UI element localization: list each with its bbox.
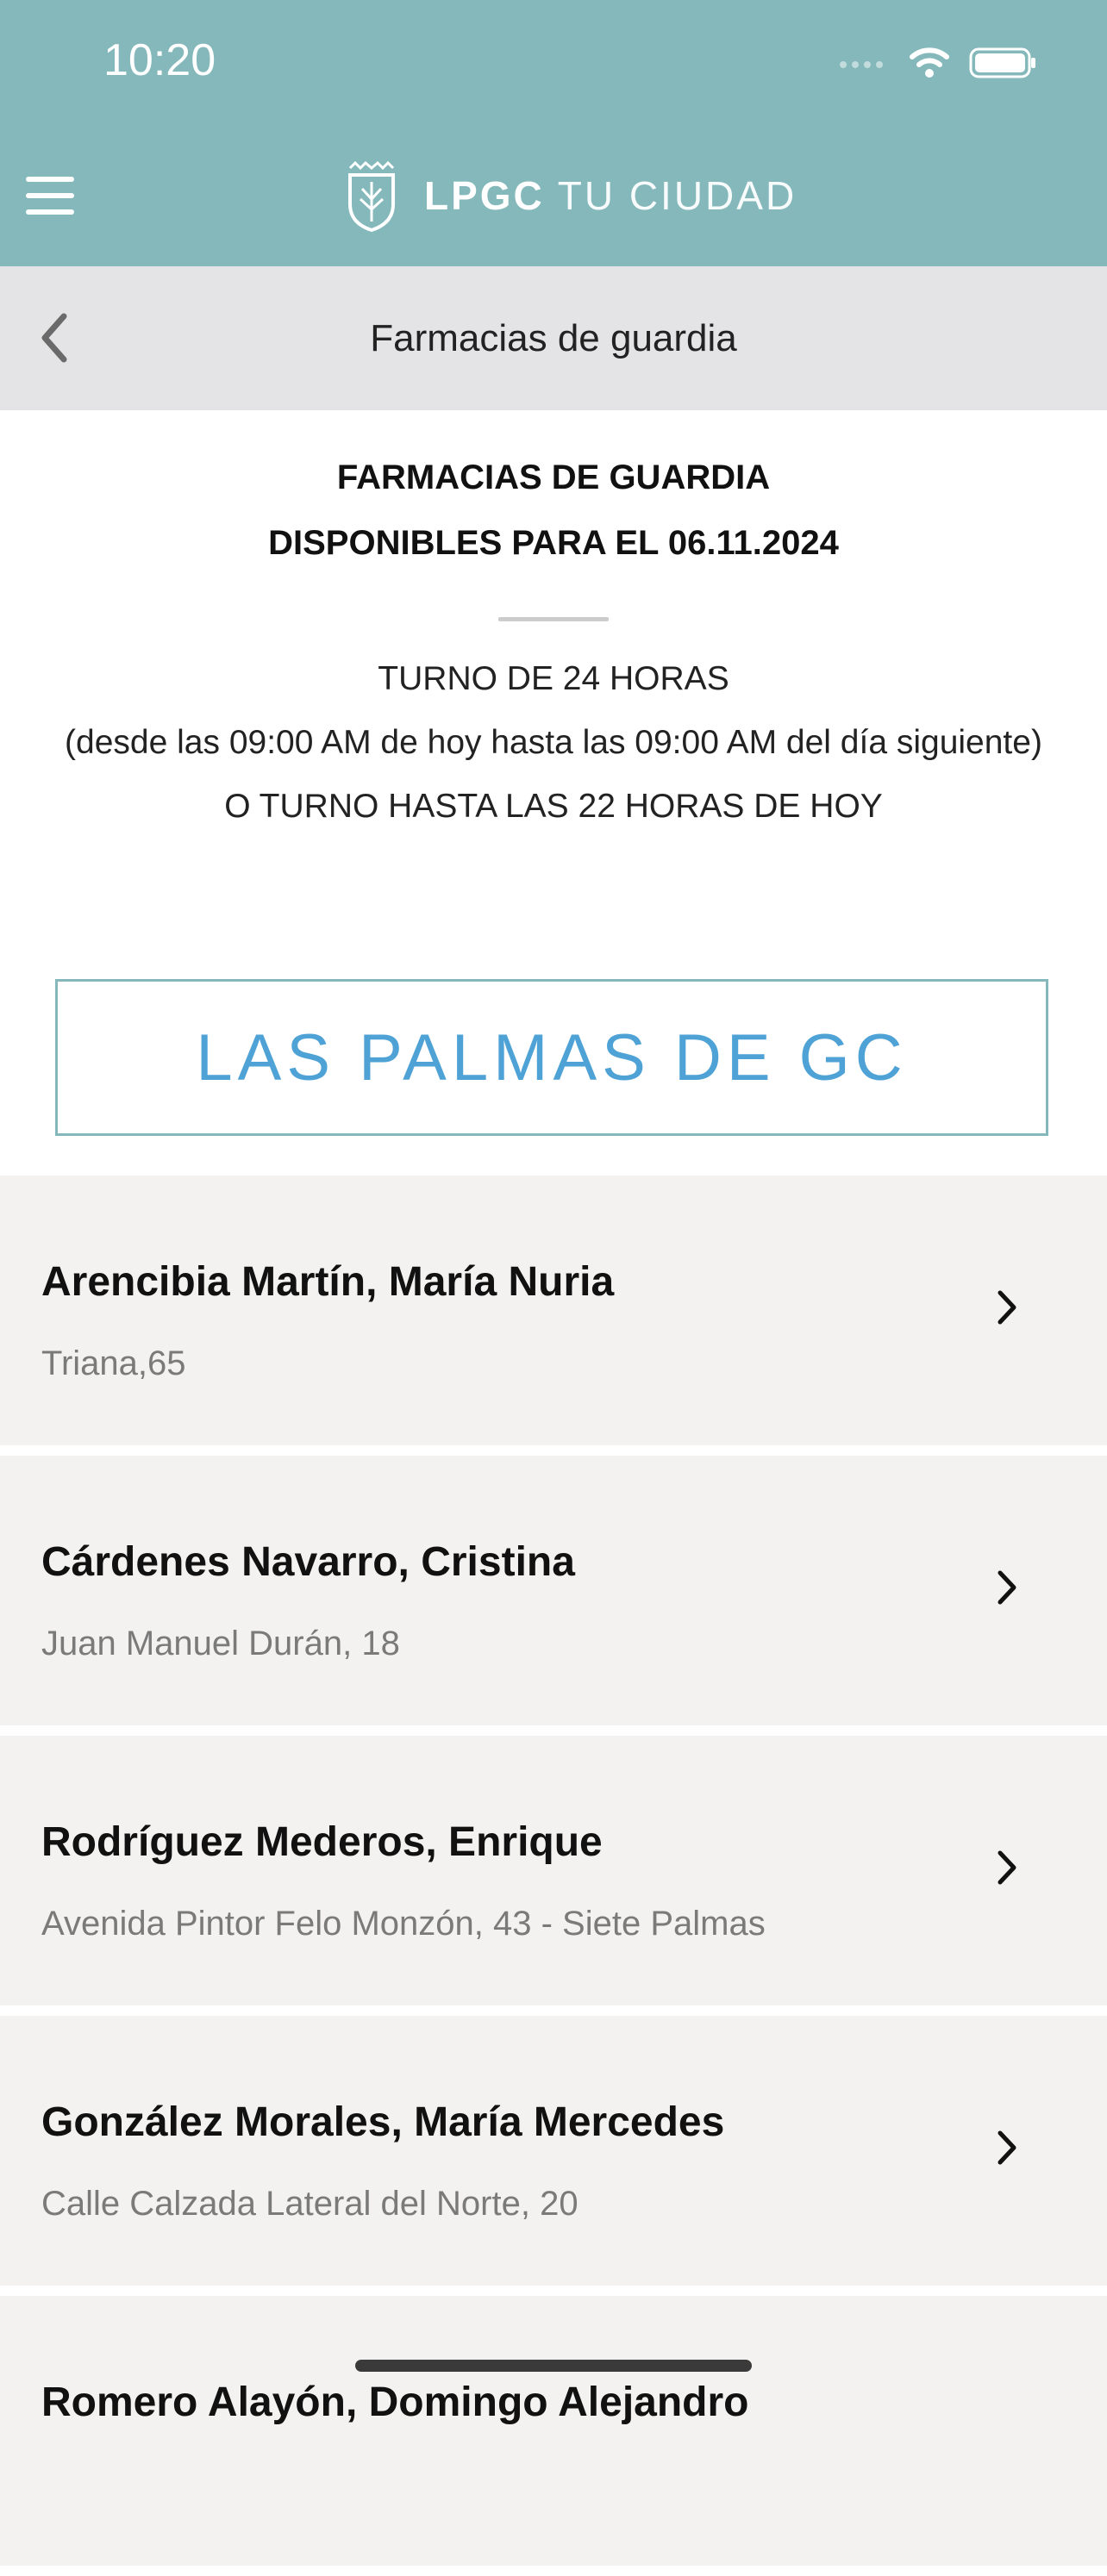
chevron-right-icon bbox=[998, 2130, 1016, 2165]
subheader: Farmacias de guardia bbox=[0, 266, 1107, 410]
status-icons bbox=[838, 41, 1038, 84]
city-button-label: LAS PALMAS DE GC bbox=[196, 1020, 908, 1095]
brand-name: LPGC bbox=[424, 173, 545, 218]
intro-title-line1: FARMACIAS DE GUARDIA bbox=[336, 458, 771, 496]
menu-icon[interactable] bbox=[26, 177, 74, 216]
pharmacy-item[interactable]: González Morales, María Mercedes Calle C… bbox=[0, 2016, 1107, 2286]
pharmacy-address: Triana,65 bbox=[41, 1344, 186, 1382]
page-title: Farmacias de guardia bbox=[370, 317, 737, 359]
shift-22h-text: O TURNO HASTA LAS 22 HORAS DE HOY bbox=[224, 788, 883, 825]
pharmacy-name: González Morales, María Mercedes bbox=[41, 2099, 725, 2145]
chevron-right-icon bbox=[998, 1290, 1016, 1325]
pharmacy-address: Calle Calzada Lateral del Norte, 20 bbox=[41, 2185, 579, 2223]
shift-detail-text: (desde las 09:00 AM de hoy hasta las 09:… bbox=[65, 724, 1042, 761]
pharmacy-name: Arencibia Martín, María Nuria bbox=[41, 1259, 615, 1305]
signal-icon bbox=[840, 61, 883, 68]
brand-logo: LPGC TU CIUDAD bbox=[345, 148, 797, 243]
pharmacy-item[interactable]: Arencibia Martín, María Nuria Triana,65 bbox=[0, 1176, 1107, 1445]
pharmacy-name: Rodríguez Mederos, Enrique bbox=[41, 1819, 603, 1865]
app-header: LPGC TU CIUDAD bbox=[0, 129, 1107, 266]
intro-section: FARMACIAS DE GUARDIA DISPONIBLES PARA EL… bbox=[0, 410, 1107, 847]
brand-tagline: TU CIUDAD bbox=[557, 173, 797, 218]
pharmacy-item[interactable]: Cárdenes Navarro, Cristina Juan Manuel D… bbox=[0, 1456, 1107, 1725]
pharmacy-name: Cárdenes Navarro, Cristina bbox=[41, 1539, 575, 1585]
intro-title: FARMACIAS DE GUARDIA DISPONIBLES PARA EL… bbox=[0, 445, 1107, 576]
home-indicator[interactable] bbox=[355, 2360, 752, 2372]
city-button[interactable]: LAS PALMAS DE GC bbox=[55, 979, 1048, 1136]
shift-24h-text: TURNO DE 24 HORAS bbox=[378, 660, 729, 697]
status-time: 10:20 bbox=[103, 35, 216, 85]
divider bbox=[498, 617, 609, 621]
wifi-icon bbox=[910, 47, 949, 78]
pharmacy-item[interactable]: Rodríguez Mederos, Enrique Avenida Pinto… bbox=[0, 1736, 1107, 2005]
intro-title-line2: DISPONIBLES PARA EL 06.11.2024 bbox=[268, 524, 839, 562]
chevron-right-icon bbox=[998, 1570, 1016, 1605]
status-bar: 10:20 bbox=[0, 0, 1107, 129]
shield-crest-icon bbox=[348, 160, 395, 232]
pharmacy-name: Romero Alayón, Domingo Alejandro bbox=[41, 2380, 749, 2425]
pharmacy-item[interactable]: Romero Alayón, Domingo Alejandro bbox=[0, 2296, 1107, 2566]
chevron-left-icon[interactable] bbox=[33, 308, 76, 368]
battery-icon bbox=[969, 47, 1035, 78]
pharmacy-address: Avenida Pintor Felo Monzón, 43 - Siete P… bbox=[41, 1905, 766, 1943]
chevron-right-icon bbox=[998, 1850, 1016, 1885]
pharmacy-address: Juan Manuel Durán, 18 bbox=[41, 1625, 400, 1662]
